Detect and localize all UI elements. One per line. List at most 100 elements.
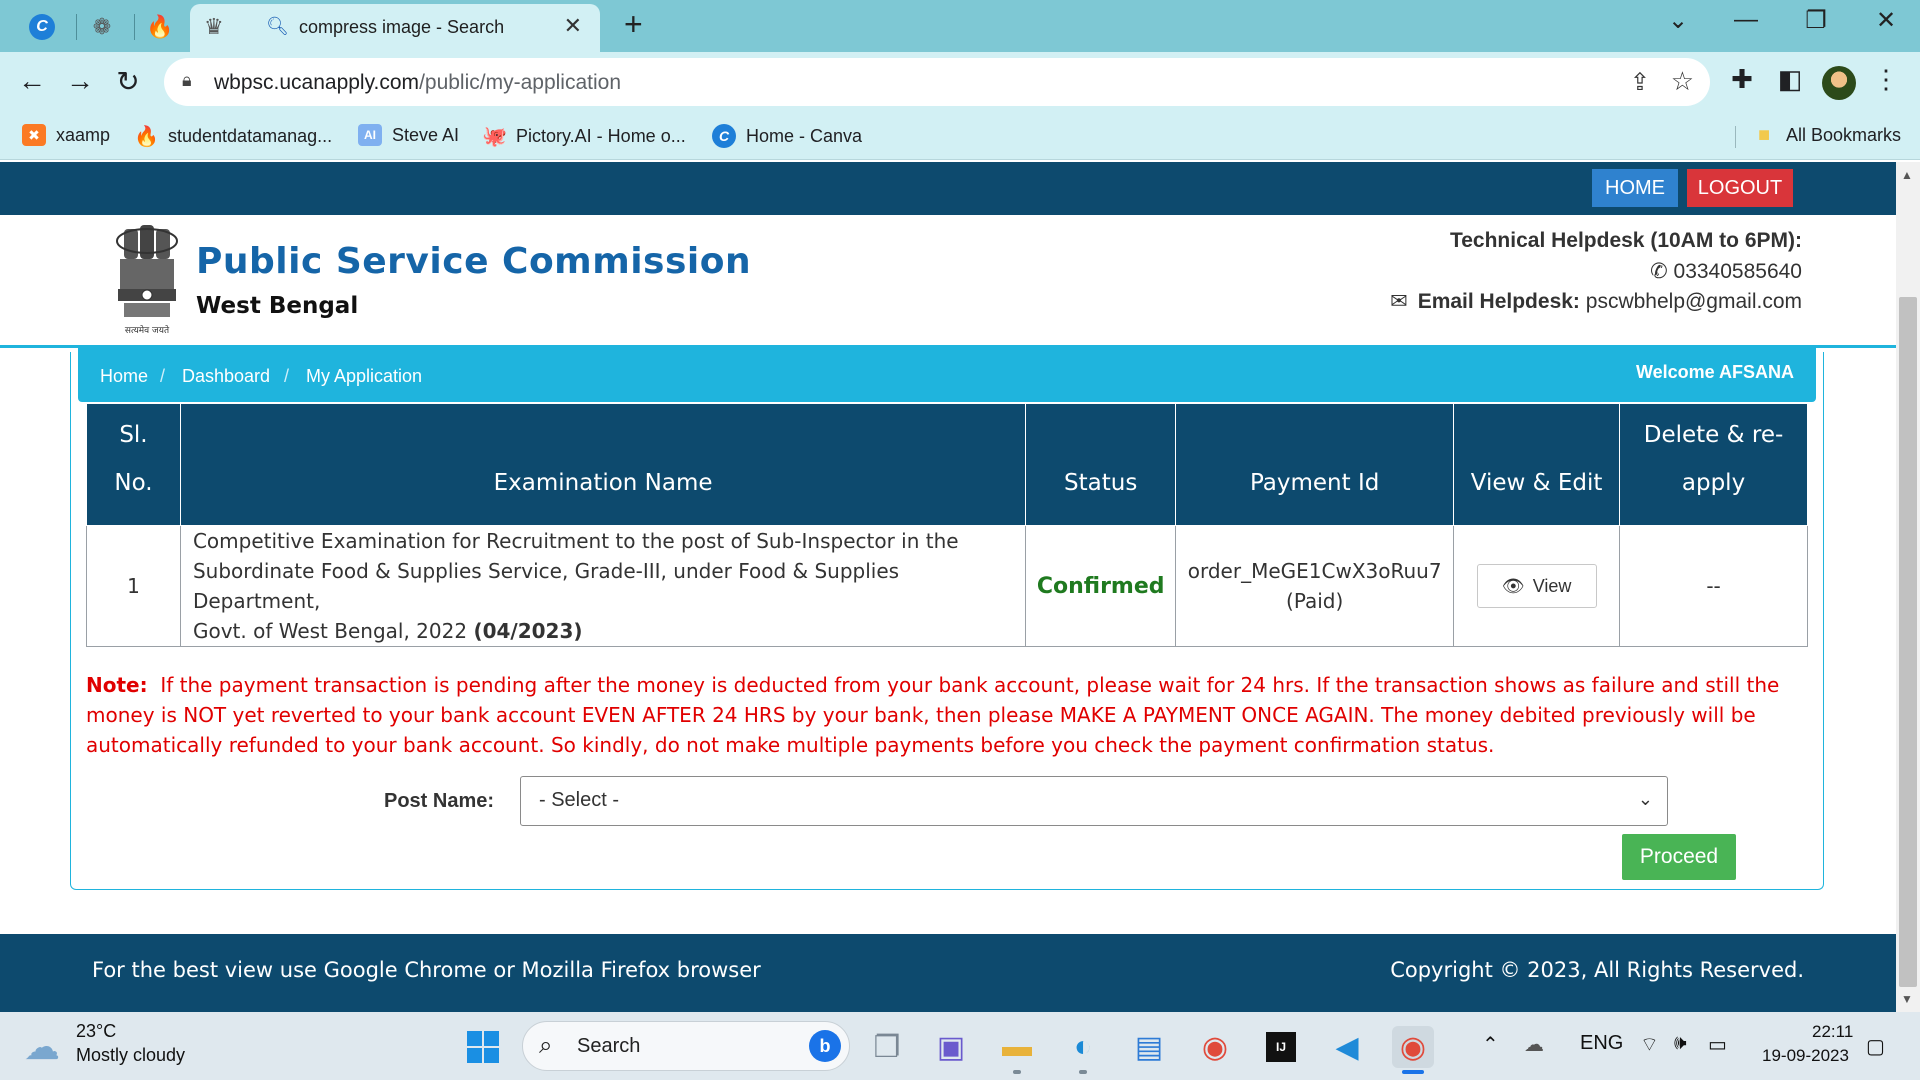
- tab-fire[interactable]: 🔥: [134, 8, 186, 46]
- bookmark-star-icon[interactable]: ☆: [1671, 66, 1694, 97]
- bookmark-label: studentdatamanag...: [168, 126, 333, 146]
- all-bookmarks-button[interactable]: ■ All Bookmarks: [1752, 124, 1901, 147]
- bookmarks-divider: [1735, 126, 1736, 148]
- scroll-thumb[interactable]: [1899, 297, 1917, 987]
- helpdesk-email-row: ✉ Email Helpdesk: pscwbhelp@gmail.com: [1390, 289, 1802, 314]
- onedrive-cloud-icon[interactable]: ☁: [1524, 1032, 1544, 1057]
- edge-icon[interactable]: ◐: [1062, 1026, 1104, 1068]
- cell-status: Confirmed: [1025, 525, 1177, 647]
- applications-table: Sl. No. Examination Name Status Payment …: [86, 403, 1808, 647]
- clock-date[interactable]: 19-09-2023: [1762, 1046, 1849, 1066]
- extensions-icon[interactable]: ✚: [1724, 64, 1760, 95]
- payment-note: Note: If the payment transaction is pend…: [86, 670, 1810, 760]
- tab-openai[interactable]: ❁: [76, 8, 128, 46]
- side-panel-icon[interactable]: ◧: [1772, 64, 1808, 95]
- breadcrumb-dashboard[interactable]: Dashboard: [182, 366, 270, 387]
- browser-tab-strip: C ❁ 🔥 ♛ 🔍︎ compress image - Search ✕ + ⌄…: [0, 0, 1920, 52]
- bookmark-xaamp[interactable]: ✖ xaamp: [22, 124, 110, 146]
- scroll-up-arrow-icon[interactable]: ▲: [1901, 168, 1913, 182]
- url-text[interactable]: wbpsc.ucanapply.com/public/my-applicatio…: [214, 71, 621, 95]
- folder-icon: ■: [1757, 124, 1771, 146]
- all-bookmarks-label: All Bookmarks: [1786, 125, 1902, 145]
- new-tab-button[interactable]: +: [624, 6, 643, 43]
- emblem-caption: सत्यमेव जयते: [125, 324, 170, 336]
- address-bar[interactable]: 🔒︎ wbpsc.ucanapply.com/public/my-applica…: [164, 58, 1710, 106]
- profile-avatar[interactable]: [1822, 66, 1856, 100]
- tab-search-chevron-icon[interactable]: ⌄: [1658, 6, 1698, 35]
- page-scrollbar[interactable]: ▲ ▼: [1896, 162, 1920, 1012]
- bookmark-canva[interactable]: C Home - Canva: [712, 124, 862, 148]
- logout-button[interactable]: LOGOUT: [1687, 169, 1793, 207]
- notification-icon[interactable]: ▢: [1866, 1034, 1885, 1059]
- scroll-down-arrow-icon[interactable]: ▼: [1901, 992, 1913, 1006]
- windows-taskbar: ☁ 23°C Mostly cloudy ⌕ Search b ❐ ▣ ▬ ◐ …: [0, 1012, 1920, 1080]
- vscode-icon[interactable]: ◀: [1326, 1026, 1368, 1068]
- weather-temp[interactable]: 23°C: [76, 1021, 116, 1042]
- bookmark-steve-ai[interactable]: AI Steve AI: [358, 124, 459, 146]
- language-indicator[interactable]: ENG: [1580, 1032, 1623, 1055]
- steve-ai-icon: AI: [358, 124, 382, 146]
- taskbar-search[interactable]: ⌕ Search b: [522, 1021, 850, 1071]
- breadcrumb-separator: /: [160, 366, 166, 386]
- helpdesk-phone: 03340585640: [1673, 260, 1802, 283]
- bookmark-label: Home - Canva: [746, 125, 863, 146]
- canva-icon: C: [29, 14, 55, 40]
- back-button[interactable]: ←: [12, 65, 52, 97]
- eye-icon: 👁︎: [1501, 575, 1525, 596]
- task-view-icon[interactable]: ❐: [866, 1026, 908, 1068]
- cell-exam: Competitive Examination for Recruitment …: [179, 525, 1027, 647]
- email-value[interactable]: pscwbhelp@gmail.com: [1586, 290, 1802, 313]
- site-header: सत्यमेव जयते Public Service Commission W…: [0, 215, 1896, 348]
- bookmark-pictory[interactable]: 🐙 Pictory.AI - Home o...: [482, 124, 686, 149]
- chrome-profile-icon[interactable]: ◉: [1392, 1026, 1434, 1068]
- forward-button[interactable]: →: [60, 65, 100, 97]
- share-icon[interactable]: ⇪: [1630, 68, 1650, 97]
- volume-icon[interactable]: 🕪︎: [1674, 1032, 1687, 1055]
- bookmark-studentdata[interactable]: 🔥 studentdatamanag...: [134, 124, 332, 149]
- footer-copyright: Copyright © 2023, All Rights Reserved.: [1390, 958, 1804, 982]
- restore-button[interactable]: ❐: [1796, 6, 1836, 35]
- url-path: /public/my-application: [419, 71, 621, 94]
- post-name-select[interactable]: - Select - ⌄: [520, 776, 1668, 826]
- breadcrumb-my-application: My Application: [306, 366, 423, 386]
- home-button[interactable]: HOME: [1592, 169, 1678, 207]
- cell-payment: order_MeGE1CwX3oRuu7 (Paid): [1175, 525, 1455, 647]
- exam-line-2: Subordinate Food & Supplies Service, Gra…: [192, 559, 900, 613]
- menu-kebab-icon[interactable]: ⋮: [1868, 64, 1904, 95]
- fire-icon: 🔥: [134, 126, 159, 148]
- minimize-button[interactable]: —: [1726, 6, 1766, 34]
- start-windows-icon[interactable]: [462, 1026, 504, 1068]
- exam-line-1: Competitive Examination for Recruitment …: [192, 529, 959, 553]
- table-header-row: Sl. No. Examination Name Status Payment …: [86, 403, 1808, 526]
- intellij-icon[interactable]: IJ: [1260, 1026, 1302, 1068]
- notepad-icon[interactable]: ▤: [1128, 1026, 1170, 1068]
- tab-canva[interactable]: C: [16, 8, 68, 46]
- header-exam: Examination Name: [179, 403, 1027, 526]
- proceed-button[interactable]: Proceed: [1622, 834, 1736, 880]
- reload-button[interactable]: ↻: [108, 65, 148, 98]
- cell-delete: --: [1619, 525, 1808, 647]
- clock-time[interactable]: 22:11: [1812, 1022, 1853, 1042]
- close-window-button[interactable]: ✕: [1866, 6, 1906, 35]
- header-delete-line2: apply: [1681, 470, 1746, 496]
- bookmark-label: Steve AI: [392, 124, 460, 145]
- file-explorer-icon[interactable]: ▬: [996, 1026, 1038, 1068]
- header-delete-line1: Delete & re-: [1643, 422, 1784, 448]
- header-view: View & Edit: [1453, 403, 1621, 526]
- note-text: If the payment transaction is pending af…: [86, 673, 1780, 757]
- bing-icon[interactable]: b: [809, 1030, 841, 1062]
- close-tab-icon[interactable]: ✕: [564, 13, 582, 39]
- breadcrumb-home[interactable]: Home: [100, 366, 148, 387]
- wifi-icon[interactable]: ⌔: [1640, 1032, 1659, 1057]
- tab-active[interactable]: ♛ 🔍︎ compress image - Search ✕: [190, 4, 600, 52]
- chevron-up-icon[interactable]: ⌃: [1482, 1032, 1499, 1057]
- battery-icon[interactable]: ▭: [1708, 1032, 1727, 1057]
- view-button[interactable]: 👁︎ View: [1476, 564, 1597, 608]
- chrome-icon[interactable]: ◉: [1194, 1026, 1236, 1068]
- lock-icon[interactable]: 🔒︎: [182, 70, 192, 91]
- teams-chat-icon[interactable]: ▣: [930, 1026, 972, 1068]
- post-select-value: - Select -: [539, 789, 620, 811]
- cloudy-weather-icon[interactable]: ☁: [24, 1026, 60, 1068]
- weather-desc[interactable]: Mostly cloudy: [76, 1045, 185, 1066]
- header-slno-line2: No.: [114, 470, 153, 496]
